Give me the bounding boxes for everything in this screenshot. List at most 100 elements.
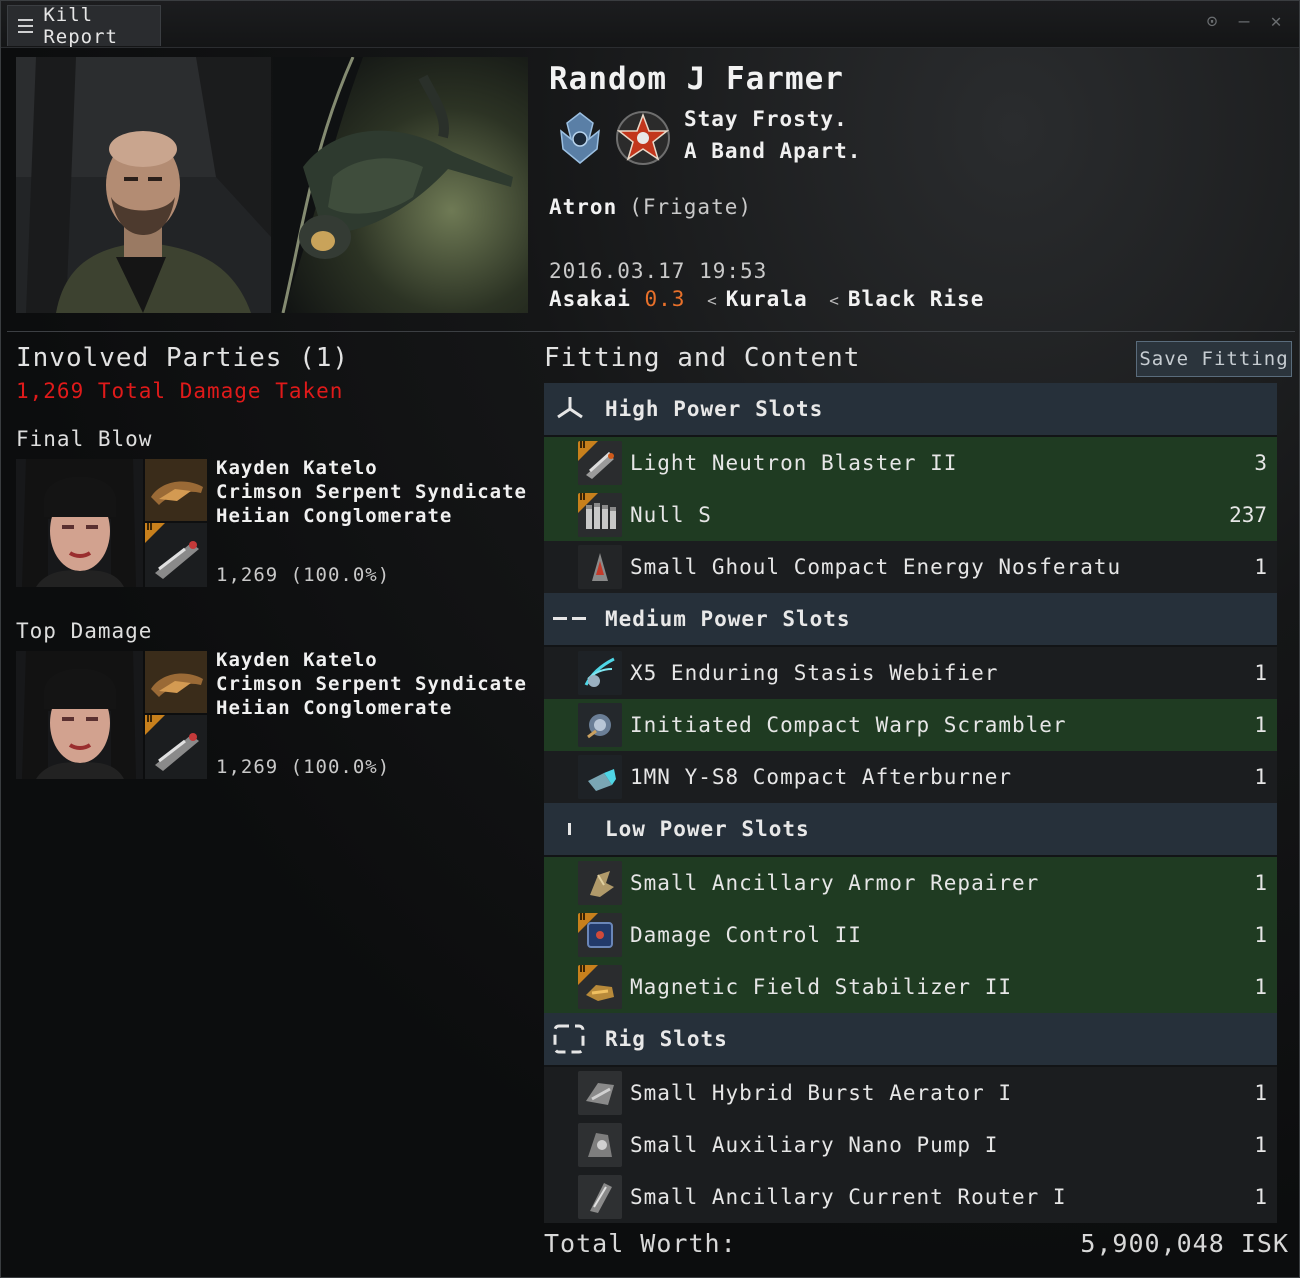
slot-header-label: Rig Slots [605, 1027, 728, 1051]
fitting-item-row[interactable]: 1MN Y-S8 Compact Afterburner 1 [544, 751, 1277, 803]
item-name: Initiated Compact Warp Scrambler [630, 713, 1067, 737]
item-name: Null S [630, 503, 712, 527]
location-system[interactable]: Asakai [549, 287, 631, 311]
slot-header-low: Low Power Slots [544, 803, 1277, 855]
fitting-item-row[interactable]: Small Auxiliary Nano Pump I 1 [544, 1119, 1277, 1171]
top-damage-damage: 1,269 (100.0%) [216, 756, 391, 778]
final-blow-details: Kayden Katelo Crimson Serpent Syndicate … [216, 456, 527, 528]
final-blow-weapon-icon[interactable] [145, 523, 207, 587]
fitting-item-row[interactable]: Small Ghoul Compact Energy Nosferatu 1 [544, 541, 1277, 593]
window-tab[interactable]: Kill Report [7, 4, 161, 48]
high-slot-icon [544, 383, 596, 435]
top-damage-name[interactable]: Kayden Katelo [216, 648, 527, 672]
fitting-title: Fitting and Content [544, 343, 861, 373]
fitting-panel[interactable]: High Power Slots Light Neutron Blaster I… [544, 383, 1277, 1223]
corporation-logo-icon[interactable] [553, 109, 607, 167]
fitting-item-row[interactable]: X5 Enduring Stasis Webifier 1 [544, 647, 1277, 699]
fitting-item-row[interactable]: Magnetic Field Stabilizer II 1 [544, 961, 1277, 1013]
window-title: Kill Report [43, 4, 118, 48]
item-quantity: 1 [1254, 713, 1267, 737]
minimize-icon[interactable]: – [1235, 11, 1253, 32]
location-region[interactable]: Black Rise [848, 287, 984, 311]
victim-alliance[interactable]: A Band Apart. [684, 139, 861, 163]
location-separator: < [707, 291, 718, 310]
final-blow-name[interactable]: Kayden Katelo [216, 456, 527, 480]
item-quantity: 1 [1254, 975, 1267, 999]
fitting-item-row[interactable]: Initiated Compact Warp Scrambler 1 [544, 699, 1277, 751]
top-damage-portrait[interactable] [16, 651, 143, 779]
item-name: Light Neutron Blaster II [630, 451, 958, 475]
item-quantity: 1 [1254, 555, 1267, 579]
victim-ship-class: (Frigate) [629, 195, 753, 219]
save-fitting-button[interactable]: Save Fitting [1136, 341, 1292, 377]
scrambler-icon [578, 703, 622, 747]
item-name: Damage Control II [630, 923, 862, 947]
item-name: X5 Enduring Stasis Webifier [630, 661, 999, 685]
item-quantity: 1 [1254, 1133, 1267, 1157]
tech2-badge-icon [145, 523, 165, 543]
kill-datetime: 2016.03.17 19:53 [549, 259, 768, 283]
damage-control-icon [578, 913, 622, 957]
fitting-item-row[interactable]: Small Hybrid Burst Aerator I 1 [544, 1067, 1277, 1119]
slot-header-high: High Power Slots [544, 383, 1277, 435]
item-quantity: 3 [1254, 451, 1267, 475]
involved-parties-title: Involved Parties (1) [16, 343, 350, 373]
fitting-item-row[interactable]: Small Ancillary Current Router I 1 [544, 1171, 1277, 1223]
final-blow-ship-icon[interactable] [145, 459, 207, 521]
final-blow-corporation[interactable]: Crimson Serpent Syndicate [216, 480, 527, 504]
afterburner-icon [578, 755, 622, 799]
item-name: Small Auxiliary Nano Pump I [630, 1133, 999, 1157]
mag-stab-icon [578, 965, 622, 1009]
header-divider [7, 331, 1295, 332]
top-damage-alliance[interactable]: Heiian Conglomerate [216, 696, 527, 720]
fitting-item-row[interactable]: Null S 237 [544, 489, 1277, 541]
ammo-icon [578, 493, 622, 537]
tech2-badge-icon [145, 715, 165, 735]
fitting-item-row[interactable]: Damage Control II 1 [544, 909, 1277, 961]
item-name: Magnetic Field Stabilizer II [630, 975, 1013, 999]
kill-report-window: Kill Report ⊙ – ✕ Random J Farmer Stay F… [0, 0, 1300, 1278]
victim-ship-line: Atron (Frigate) [549, 195, 752, 219]
final-blow-alliance[interactable]: Heiian Conglomerate [216, 504, 527, 528]
victim-ship-image[interactable] [273, 57, 528, 313]
fitting-item-row[interactable]: Small Ancillary Armor Repairer 1 [544, 857, 1277, 909]
title-bar: Kill Report ⊙ – ✕ [1, 1, 1299, 48]
item-quantity: 1 [1254, 1081, 1267, 1105]
item-name: Small Ghoul Compact Energy Nosferatu [630, 555, 1122, 579]
low-slot-icon [544, 803, 596, 855]
slot-header-label: High Power Slots [605, 397, 824, 421]
item-quantity: 1 [1254, 661, 1267, 685]
item-quantity: 237 [1229, 503, 1267, 527]
top-damage-weapon-icon[interactable] [145, 715, 207, 779]
pin-icon[interactable]: ⊙ [1203, 11, 1221, 32]
kill-location: Asakai 0.3 < Kurala < Black Rise [549, 287, 984, 311]
nosferatu-icon [578, 545, 622, 589]
victim-ship-name[interactable]: Atron [549, 195, 617, 219]
final-blow-damage: 1,269 (100.0%) [216, 564, 391, 586]
total-worth-value: 5,900,048 ISK [1080, 1229, 1289, 1258]
victim-name[interactable]: Random J Farmer [549, 61, 844, 97]
location-constellation[interactable]: Kurala [726, 287, 808, 311]
top-damage-corporation[interactable]: Crimson Serpent Syndicate [216, 672, 527, 696]
armor-repairer-icon [578, 861, 622, 905]
final-blow-portrait[interactable] [16, 459, 143, 587]
top-damage-ship-icon[interactable] [145, 651, 207, 713]
tech2-badge-icon [578, 913, 598, 933]
mid-slot-icon [544, 593, 596, 645]
slot-header-rig: Rig Slots [544, 1013, 1277, 1065]
webifier-icon [578, 651, 622, 695]
alliance-logo-icon[interactable] [613, 109, 673, 167]
victim-portrait[interactable] [16, 57, 271, 313]
victim-corporation[interactable]: Stay Frosty. [684, 107, 848, 131]
item-quantity: 1 [1254, 765, 1267, 789]
window-controls: ⊙ – ✕ [1203, 11, 1285, 32]
close-icon[interactable]: ✕ [1267, 11, 1285, 32]
slot-header-label: Medium Power Slots [605, 607, 851, 631]
rig-icon [578, 1071, 622, 1115]
top-damage-details: Kayden Katelo Crimson Serpent Syndicate … [216, 648, 527, 720]
item-quantity: 1 [1254, 871, 1267, 895]
tech2-badge-icon [578, 965, 598, 985]
hamburger-menu-icon[interactable] [18, 19, 34, 33]
fitting-item-row[interactable]: Light Neutron Blaster II 3 [544, 437, 1277, 489]
item-name: Small Hybrid Burst Aerator I [630, 1081, 1013, 1105]
